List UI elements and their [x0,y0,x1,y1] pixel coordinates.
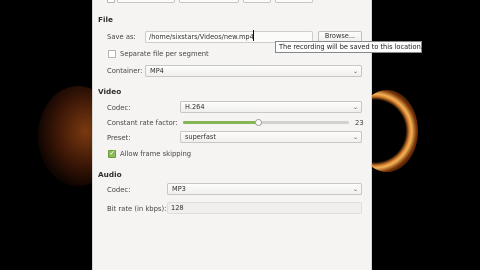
crf-label: Constant rate factor: [107,119,178,127]
file-section-title: File [98,15,113,24]
preset-value: superfast [185,133,216,141]
video-section-title: Video [98,87,122,96]
separate-file-checkbox[interactable] [108,50,116,58]
top-control-4[interactable] [275,0,313,3]
text-cursor [253,30,254,41]
save-location-tooltip: The recording will be saved to this loca… [275,41,423,53]
chevron-down-icon: ⌄ [352,68,358,75]
top-control-1[interactable] [117,0,175,3]
chevron-down-icon: ⌄ [352,186,358,193]
crf-value: 23 [355,119,364,127]
audio-codec-select[interactable]: MP3 ⌄ [167,183,362,195]
audio-codec-label: Codec: [107,186,131,194]
container-label: Container: [107,67,143,75]
separate-file-label: Separate file per segment [120,50,209,58]
audio-section-title: Audio [98,170,122,179]
save-as-label: Save as: [107,33,136,41]
top-control-3[interactable] [243,0,271,3]
container-select[interactable]: MP4 ⌄ [145,65,362,77]
container-select-value: MP4 [150,67,164,75]
chevron-down-icon: ⌄ [352,134,358,141]
preset-select[interactable]: superfast ⌄ [180,131,362,143]
bitrate-label: Bit rate (in kbps): [107,205,167,213]
preset-label: Preset: [107,134,131,142]
top-checkbox[interactable] [107,0,115,3]
crf-slider-fill [183,121,258,124]
audio-codec-value: MP3 [172,185,186,193]
bitrate-field[interactable]: 128 [167,202,362,214]
top-control-2[interactable] [179,0,239,3]
frame-skip-label: Allow frame skipping [120,150,192,158]
top-controls-strip [93,0,371,5]
crf-slider[interactable] [183,119,349,126]
video-codec-label: Codec: [107,104,131,112]
crf-slider-handle[interactable] [255,119,262,126]
video-codec-value: H.264 [185,103,205,111]
chevron-down-icon: ⌄ [352,104,358,111]
frame-skip-checkbox[interactable] [108,149,116,158]
video-codec-select[interactable]: H.264 ⌄ [180,101,362,113]
